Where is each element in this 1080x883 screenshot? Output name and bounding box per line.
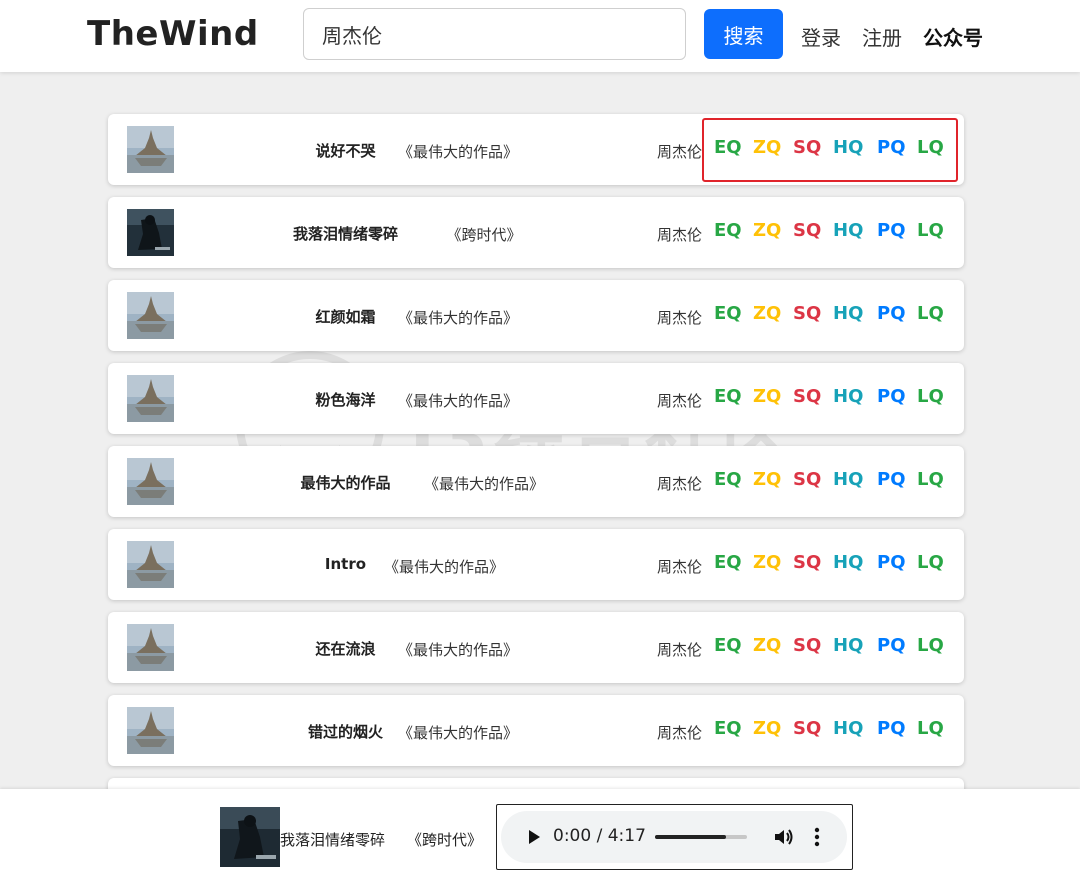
album-cover [127,375,174,422]
song-row[interactable]: 最伟大的作品 《最伟大的作品》 周杰伦 EQ ZQ SQ HQ PQ LQ [108,446,964,517]
quality-lq-link[interactable]: LQ [917,386,944,407]
quality-zq-link[interactable]: ZQ [753,303,781,324]
song-artist: 周杰伦 [657,724,703,742]
quality-pq-link[interactable]: PQ [877,303,906,324]
album-cover [127,458,174,505]
song-title[interactable]: 我落泪情绪零碎 [258,223,433,244]
quality-lq-link[interactable]: LQ [917,552,944,573]
top-navbar: TheWind 搜索 登录 注册 公众号 [0,0,1080,72]
quality-pq-link[interactable]: PQ [877,552,906,573]
song-album: 《最伟大的作品》 [398,392,519,410]
album-cover [127,209,174,256]
quality-sq-link[interactable]: SQ [793,303,821,324]
song-album: 《跨时代》 [446,226,522,244]
quality-sq-link[interactable]: SQ [793,552,821,573]
quality-eq-link[interactable]: EQ [714,635,742,656]
quality-zq-link[interactable]: ZQ [753,635,781,656]
album-cover [127,707,174,754]
album-cover [127,541,174,588]
search-button[interactable]: 搜索 [704,9,783,59]
song-artist: 周杰伦 [657,143,703,161]
player-bar: 我落泪情绪零碎 《跨时代》 0:00 / 4:17 [0,789,1080,883]
song-artist: 周杰伦 [657,392,703,410]
song-row[interactable]: 错过的烟火 《最伟大的作品》 周杰伦 EQ ZQ SQ HQ PQ LQ [108,695,964,766]
quality-eq-link[interactable]: EQ [714,469,742,490]
audio-controls: 0:00 / 4:17 [501,811,847,863]
quality-pq-link[interactable]: PQ [877,220,906,241]
quality-pq-link[interactable]: PQ [877,635,906,656]
quality-sq-link[interactable]: SQ [793,386,821,407]
song-row[interactable]: 还在流浪 《最伟大的作品》 周杰伦 EQ ZQ SQ HQ PQ LQ [108,612,964,683]
search-input[interactable] [303,8,686,60]
song-album: 《最伟大的作品》 [384,558,505,576]
song-artist: 周杰伦 [657,226,703,244]
quality-pq-link[interactable]: PQ [877,718,906,739]
quality-hq-link[interactable]: HQ [833,386,863,407]
site-logo[interactable]: TheWind [87,14,259,54]
quality-hq-link[interactable]: HQ [833,220,863,241]
player-song-album: 《跨时代》 [407,831,483,849]
player-album-cover [220,807,280,867]
quality-eq-link[interactable]: EQ [714,386,742,407]
quality-lq-link[interactable]: LQ [917,303,944,324]
audio-player: 0:00 / 4:17 [496,804,853,870]
volume-icon[interactable] [773,827,795,847]
song-row[interactable]: 粉色海洋 《最伟大的作品》 周杰伦 EQ ZQ SQ HQ PQ LQ [108,363,964,434]
play-icon[interactable] [525,828,543,846]
song-artist: 周杰伦 [657,309,703,327]
quality-lq-link[interactable]: LQ [917,220,944,241]
quality-hq-link[interactable]: HQ [833,303,863,324]
audio-time: 0:00 / 4:17 [553,826,646,846]
quality-hq-link[interactable]: HQ [833,718,863,739]
quality-hq-link[interactable]: HQ [833,469,863,490]
quality-sq-link[interactable]: SQ [793,635,821,656]
quality-lq-link[interactable]: LQ [917,718,944,739]
player-song-title: 我落泪情绪零碎 [280,831,386,849]
song-album: 《最伟大的作品》 [398,641,519,659]
album-cover [127,126,174,173]
quality-sq-link[interactable]: SQ [793,469,821,490]
song-album: 《最伟大的作品》 [398,724,519,742]
quality-sq-link[interactable]: SQ [793,220,821,241]
song-album: 《最伟大的作品》 [398,143,519,161]
more-options-icon[interactable] [813,826,821,848]
album-cover [127,624,174,671]
quality-eq-link[interactable]: EQ [714,303,742,324]
quality-eq-link[interactable]: EQ [714,552,742,573]
song-artist: 周杰伦 [657,558,703,576]
quality-hq-link[interactable]: HQ [833,552,863,573]
quality-zq-link[interactable]: ZQ [753,718,781,739]
album-cover [127,292,174,339]
quality-lq-link[interactable]: LQ [917,635,944,656]
audio-progress-bar[interactable] [655,835,747,839]
quality-lq-link[interactable]: LQ [917,469,944,490]
quality-eq-link[interactable]: EQ [714,220,742,241]
quality-zq-link[interactable]: ZQ [753,386,781,407]
song-title[interactable]: 最伟大的作品 [258,472,433,493]
song-album: 《最伟大的作品》 [398,309,519,327]
song-artist: 周杰伦 [657,475,703,493]
quality-hq-link[interactable]: HQ [833,635,863,656]
quality-pq-link[interactable]: PQ [877,469,906,490]
song-row[interactable]: Intro 《最伟大的作品》 周杰伦 EQ ZQ SQ HQ PQ LQ [108,529,964,600]
register-link[interactable]: 注册 [862,22,902,51]
song-row[interactable]: 红颜如霜 《最伟大的作品》 周杰伦 EQ ZQ SQ HQ PQ LQ [108,280,964,351]
quality-zq-link[interactable]: ZQ [753,469,781,490]
audio-progress-fill [655,835,726,839]
song-row[interactable]: 我落泪情绪零碎 《跨时代》 周杰伦 EQ ZQ SQ HQ PQ LQ [108,197,964,268]
quality-sq-link[interactable]: SQ [793,718,821,739]
song-album: 《最伟大的作品》 [424,475,545,493]
quality-zq-link[interactable]: ZQ [753,552,781,573]
login-link[interactable]: 登录 [801,22,841,51]
song-artist: 周杰伦 [657,641,703,659]
quality-eq-link[interactable]: EQ [714,718,742,739]
quality-pq-link[interactable]: PQ [877,386,906,407]
quality-zq-link[interactable]: ZQ [753,220,781,241]
quality-highlight-box [702,118,958,182]
public-account-link[interactable]: 公众号 [923,22,983,51]
